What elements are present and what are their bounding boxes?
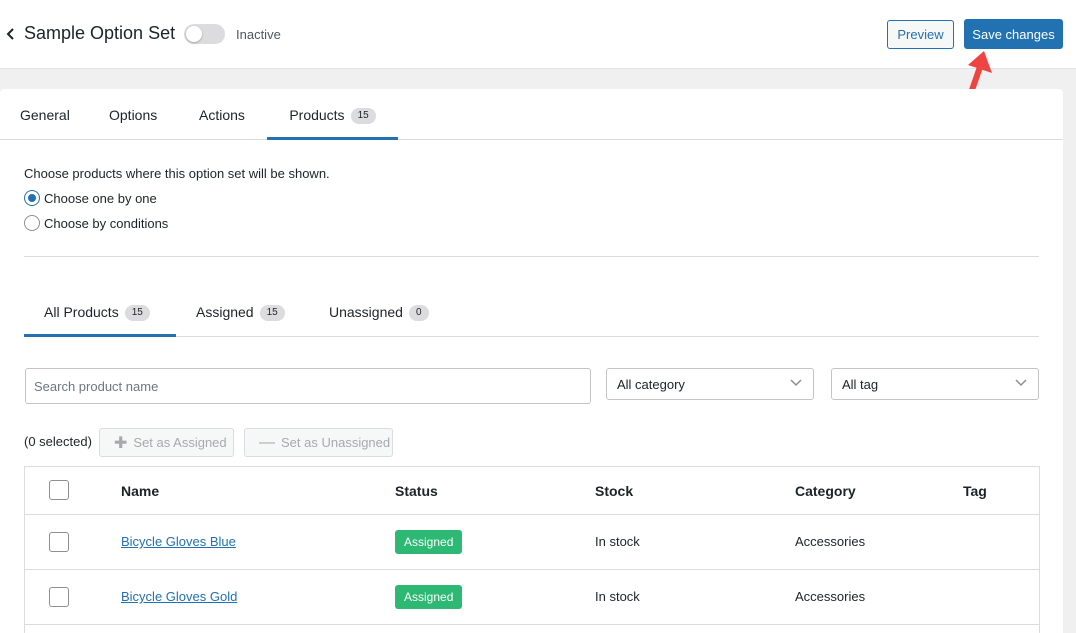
minus-icon: — xyxy=(259,433,275,451)
active-toggle[interactable] xyxy=(184,24,225,44)
search-product-input[interactable] xyxy=(25,368,591,404)
chevron-down-icon xyxy=(1015,379,1027,387)
status-badge: Assigned xyxy=(395,530,463,554)
subtab-assigned[interactable]: Assigned 15 xyxy=(196,289,285,337)
tab-label: Actions xyxy=(199,107,245,123)
products-description: Choose products where this option set wi… xyxy=(24,166,330,181)
status-label: Inactive xyxy=(236,27,281,42)
tag-select-value: All tag xyxy=(842,377,879,392)
tab-actions[interactable]: Actions xyxy=(199,89,245,139)
row-checkbox[interactable] xyxy=(49,587,69,607)
column-header-tag: Tag xyxy=(963,483,987,499)
subtab-all-products[interactable]: All Products 15 xyxy=(24,289,176,337)
radio-button[interactable] xyxy=(24,190,40,206)
table-row: Bicycle Gloves Gold Assigned In stock Ac… xyxy=(25,570,1039,625)
category-cell: Accessories xyxy=(795,534,866,549)
category-select[interactable]: All category xyxy=(606,368,814,400)
main-tabs: General Options Actions Products 15 xyxy=(0,89,1063,140)
preview-button[interactable]: Preview xyxy=(887,20,954,49)
count-badge: 0 xyxy=(408,305,429,321)
column-header-stock: Stock xyxy=(595,483,634,499)
tab-label: Products xyxy=(289,107,345,123)
product-name-link[interactable]: Bicycle Gloves Gold xyxy=(121,589,237,604)
subtab-label: Assigned xyxy=(196,304,254,320)
radio-label: Choose one by one xyxy=(44,190,157,206)
stock-cell: In stock xyxy=(595,589,640,604)
subtab-label: Unassigned xyxy=(329,304,403,320)
button-label: Set as Unassigned xyxy=(281,435,391,450)
chevron-left-icon[interactable] xyxy=(6,24,18,44)
tab-general[interactable]: General xyxy=(20,89,70,139)
count-badge: 15 xyxy=(350,108,376,124)
product-filter-tabs: All Products 15 Assigned 15 Unassigned 0 xyxy=(24,289,1039,337)
radio-label: Choose by conditions xyxy=(44,215,169,231)
count-badge: 15 xyxy=(259,305,285,321)
divider xyxy=(24,256,1039,257)
stock-cell: In stock xyxy=(595,534,640,549)
tab-label: Options xyxy=(109,107,158,123)
radio-choose-by-conditions[interactable]: Choose by conditions xyxy=(24,214,168,232)
selected-count: (0 selected) xyxy=(24,434,92,449)
radio-choose-one-by-one[interactable]: Choose one by one xyxy=(24,189,157,207)
table-header-row: Name Status Stock Category Tag xyxy=(25,467,1039,515)
category-cell: Accessories xyxy=(795,589,866,604)
tag-select[interactable]: All tag xyxy=(831,368,1039,400)
button-label: Set as Assigned xyxy=(133,435,227,450)
count-badge: 15 xyxy=(124,305,150,321)
toggle-knob xyxy=(186,26,202,42)
set-as-unassigned-button[interactable]: — Set as Unassigned xyxy=(244,428,393,457)
column-header-status: Status xyxy=(395,483,438,499)
row-checkbox[interactable] xyxy=(49,532,69,552)
category-select-value: All category xyxy=(617,377,685,392)
set-as-assigned-button[interactable]: ✚ Set as Assigned xyxy=(99,428,234,457)
table-row: Bicycle Gloves Blue Assigned In stock Ac… xyxy=(25,515,1039,570)
subtab-label: All Products xyxy=(44,304,119,320)
plus-icon: ✚ xyxy=(114,434,128,452)
tab-label: General xyxy=(20,107,70,123)
column-header-name[interactable]: Name xyxy=(121,483,159,499)
radio-button[interactable] xyxy=(24,215,40,231)
top-bar: Sample Option Set Inactive Preview Save … xyxy=(0,0,1076,116)
subtab-unassigned[interactable]: Unassigned 0 xyxy=(329,289,429,337)
status-badge: Assigned xyxy=(395,585,463,609)
products-table: Name Status Stock Category Tag Bicycle G… xyxy=(24,466,1040,633)
product-name-link[interactable]: Bicycle Gloves Blue xyxy=(121,534,236,549)
column-header-category: Category xyxy=(795,483,856,499)
select-all-checkbox[interactable] xyxy=(49,480,69,500)
tab-products[interactable]: Products 15 xyxy=(267,89,398,140)
settings-card: General Options Actions Products 15 Choos… xyxy=(0,89,1063,633)
page-title: Sample Option Set xyxy=(24,23,176,43)
tab-options[interactable]: Options xyxy=(109,89,157,139)
chevron-down-icon xyxy=(790,379,802,387)
